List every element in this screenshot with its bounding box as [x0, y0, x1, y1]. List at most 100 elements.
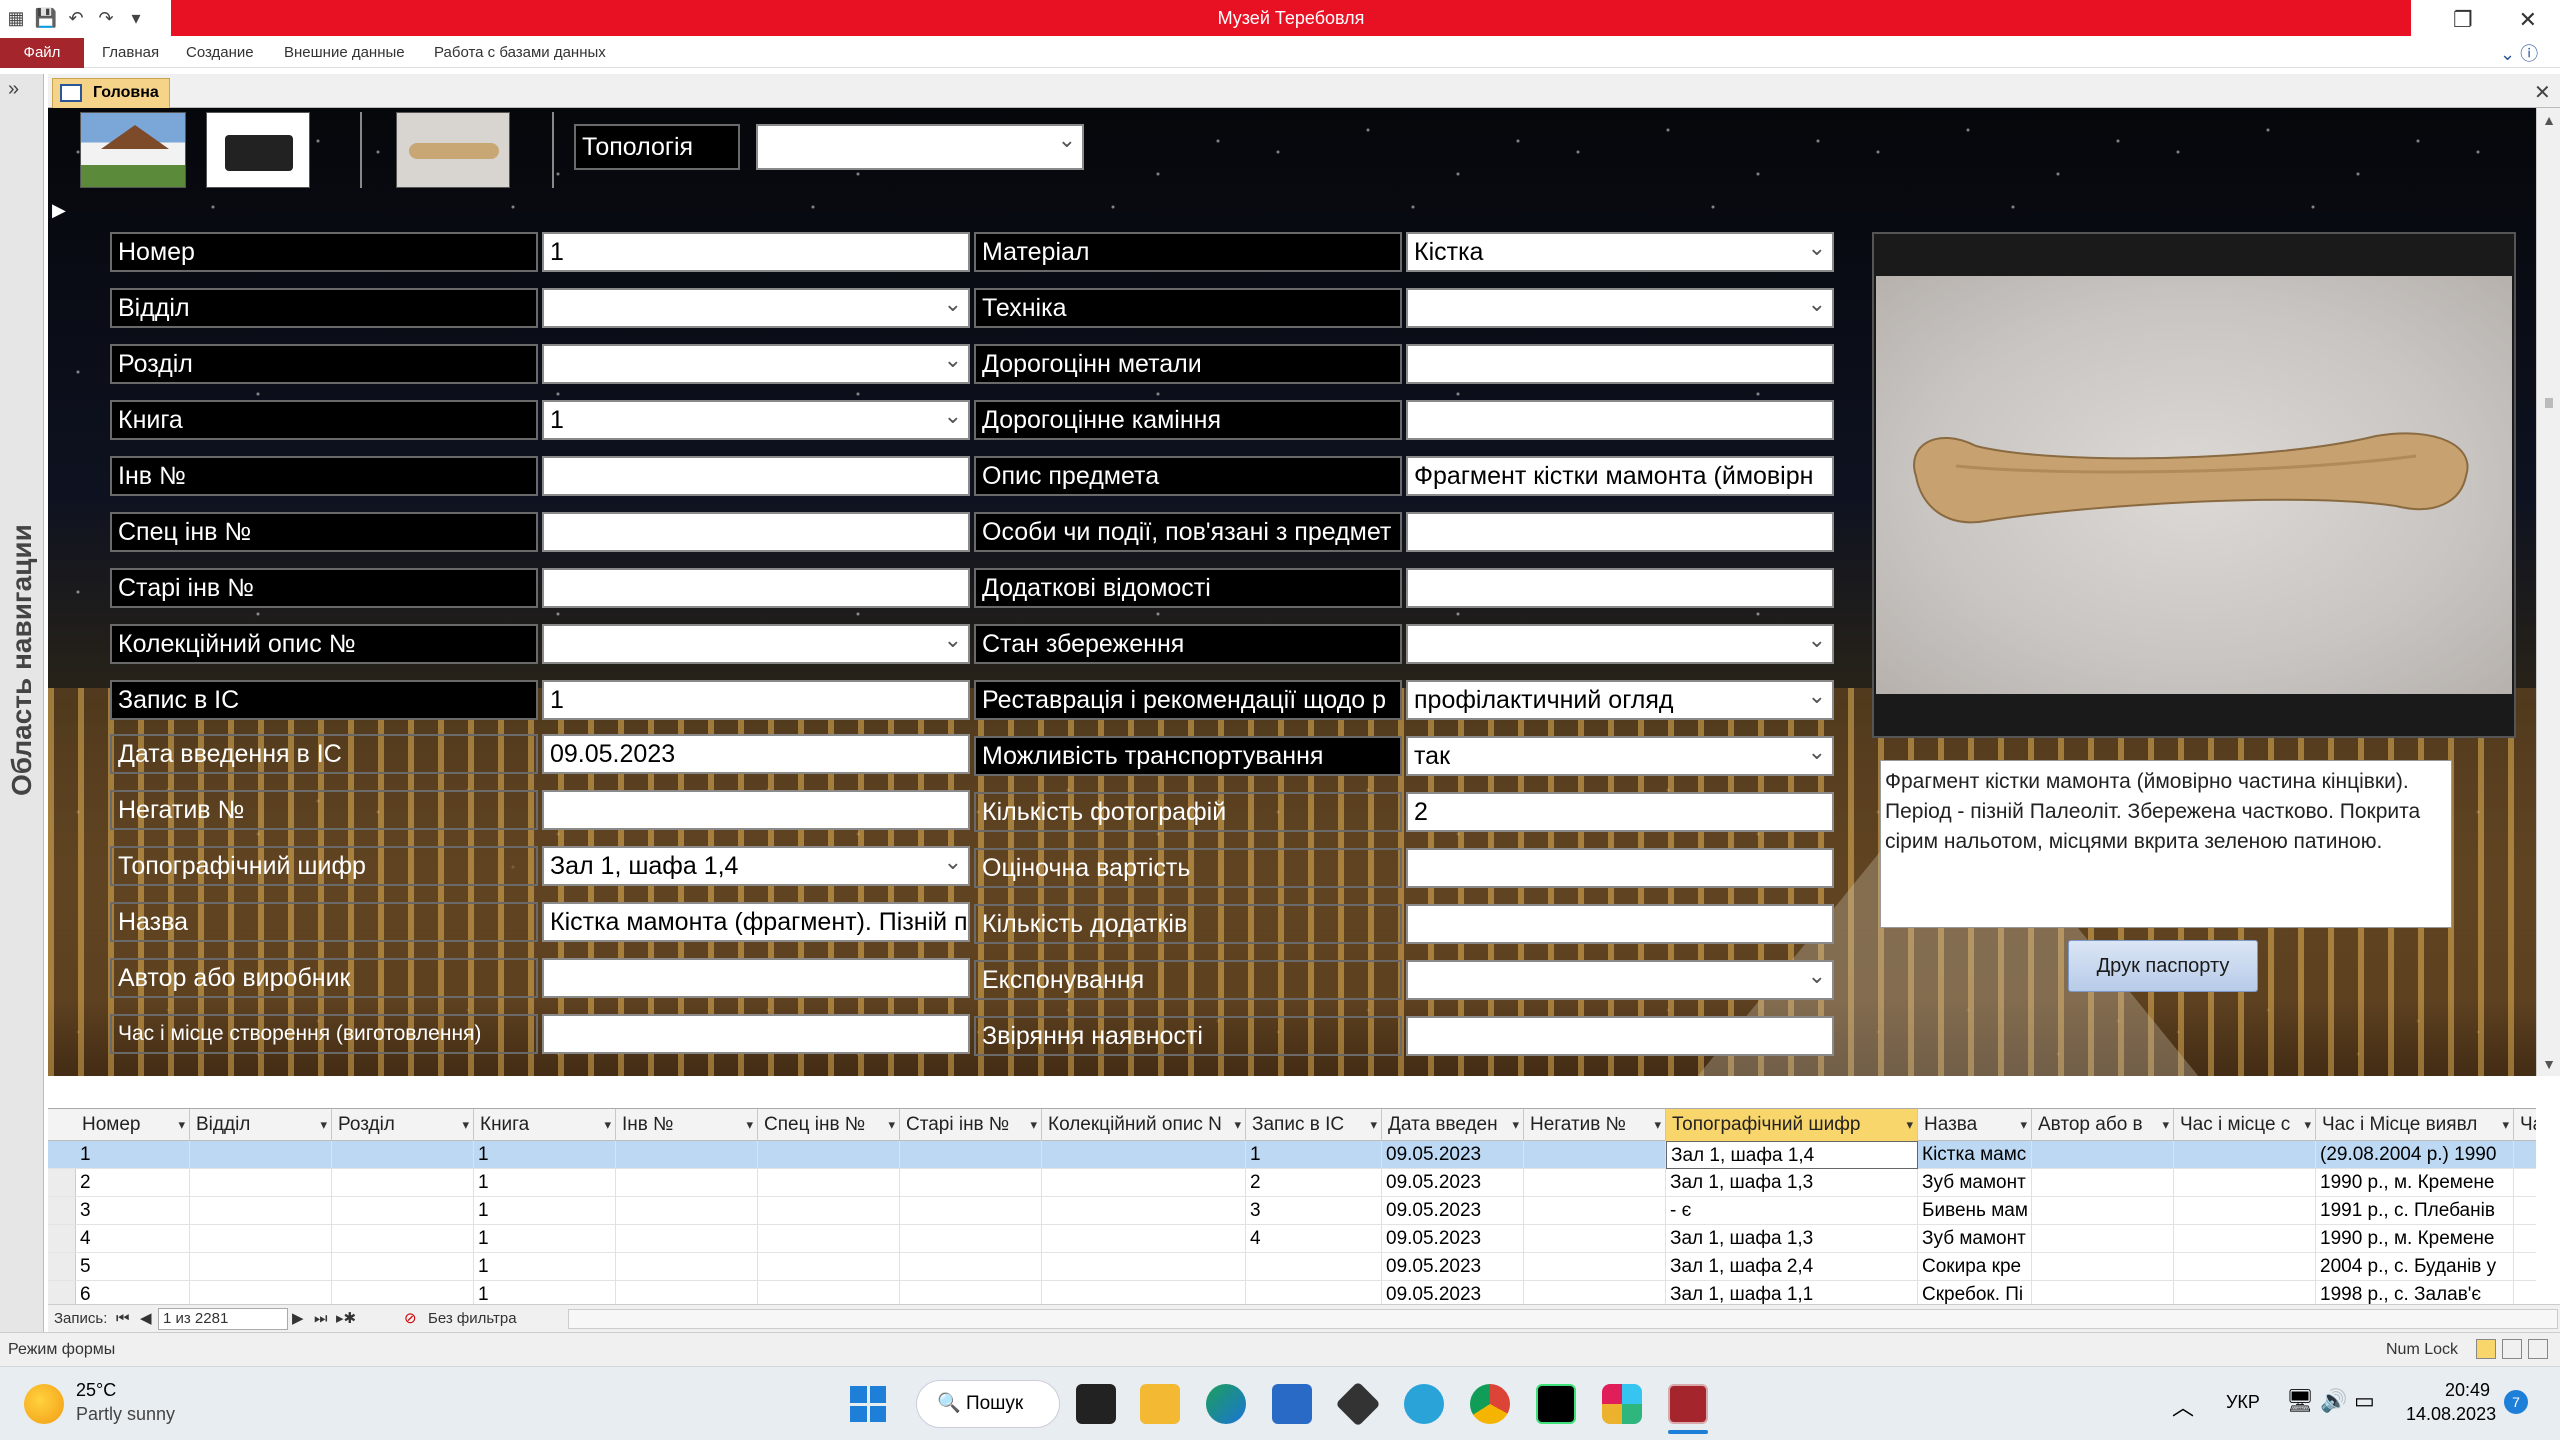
table-cell[interactable]	[1524, 1141, 1666, 1169]
table-cell[interactable]: 2	[1246, 1169, 1382, 1197]
file-explorer-icon[interactable]	[1140, 1384, 1180, 1424]
description-box[interactable]: Фрагмент кістки мамонта (ймовірно частин…	[1880, 760, 2452, 928]
table-cell[interactable]: Зал 1, шафа 1,1	[1666, 1281, 1918, 1304]
col-header[interactable]: Негатив №	[1524, 1109, 1666, 1141]
form-view-icon[interactable]	[2476, 1339, 2496, 1359]
field-avtor[interactable]	[542, 958, 970, 998]
table-cell[interactable]	[1042, 1169, 1246, 1197]
table-cell[interactable]	[616, 1281, 758, 1304]
field-vartist[interactable]	[1406, 848, 1834, 888]
col-header[interactable]: Інв №	[616, 1109, 758, 1141]
field-knyha[interactable]: 1	[542, 400, 970, 440]
table-cell[interactable]: Бивень мам	[1918, 1197, 2032, 1225]
table-cell[interactable]	[2032, 1281, 2174, 1304]
datasheet-horizontal-scrollbar[interactable]	[568, 1309, 2558, 1329]
table-cell[interactable]	[758, 1141, 900, 1169]
col-header[interactable]: Старі інв №	[900, 1109, 1042, 1141]
record-selector-icon[interactable]: ▶	[52, 200, 70, 222]
col-header[interactable]: Автор або в	[2032, 1109, 2174, 1141]
table-cell[interactable]: Кістка мамс	[1918, 1141, 2032, 1169]
col-header[interactable]: Книга	[474, 1109, 616, 1141]
table-cell[interactable]	[2032, 1169, 2174, 1197]
field-dodatkovi[interactable]	[1406, 568, 1834, 608]
table-cell[interactable]	[332, 1281, 474, 1304]
pycharm-icon[interactable]	[1536, 1384, 1576, 1424]
table-cell[interactable]	[616, 1253, 758, 1281]
restore-icon[interactable]: ❐	[2453, 7, 2473, 33]
table-cell[interactable]: Зуб мамонт	[1918, 1225, 2032, 1253]
table-cell[interactable]	[2514, 1141, 2536, 1169]
table-cell[interactable]	[900, 1169, 1042, 1197]
table-cell[interactable]: 1	[474, 1281, 616, 1304]
table-cell[interactable]	[758, 1253, 900, 1281]
new-record-icon[interactable]: ▸✱	[336, 1305, 356, 1333]
table-cell[interactable]	[1246, 1253, 1382, 1281]
table-cell[interactable]: 1	[474, 1225, 616, 1253]
table-cell[interactable]: 1	[474, 1141, 616, 1169]
field-eksponuvannia[interactable]	[1406, 960, 1834, 1000]
store-icon[interactable]	[1272, 1384, 1312, 1424]
table-row[interactable]: 3 1 3 09.05.2023- є Бивень мам 1991 р., с. Пл…	[48, 1197, 2536, 1225]
edge-icon[interactable]	[1206, 1384, 1246, 1424]
table-cell[interactable]: 4	[76, 1225, 190, 1253]
table-cell[interactable]: (29.08.2004 р.) 1990	[2316, 1141, 2514, 1169]
table-cell[interactable]: 09.05.2023	[1382, 1253, 1524, 1281]
exhibit-photo[interactable]	[1876, 276, 2512, 694]
table-cell[interactable]	[2174, 1253, 2316, 1281]
table-cell[interactable]	[1524, 1169, 1666, 1197]
table-cell[interactable]: 1990 р., м. Кременe	[2316, 1225, 2514, 1253]
table-cell[interactable]: Зал 1, шафа 1,3	[1666, 1169, 1918, 1197]
col-header[interactable]: Номер	[76, 1109, 190, 1141]
table-row[interactable]: 2 1 2 09.05.2023 Зал 1, шафа 1,3 Зуб мамонт 19…	[48, 1169, 2536, 1197]
col-header[interactable]: Назва	[1918, 1109, 2032, 1141]
table-row[interactable]: 6 1 09.05.2023 Зал 1, шафа 1,1 Скребок. Пі 19…	[48, 1281, 2536, 1304]
table-cell[interactable]	[2174, 1225, 2316, 1253]
col-header[interactable]: Відділ	[190, 1109, 332, 1141]
table-cell[interactable]: Скребок. Пі	[1918, 1281, 2032, 1304]
table-cell[interactable]: Зал 1, шафа 1,4	[1666, 1141, 1918, 1169]
table-cell[interactable]: 1	[1246, 1141, 1382, 1169]
table-cell[interactable]	[332, 1197, 474, 1225]
col-header[interactable]: Запис в ІС	[1246, 1109, 1382, 1141]
bone-thumbnail-button[interactable]	[396, 112, 510, 188]
table-cell[interactable]	[1042, 1281, 1246, 1304]
printer-image-button[interactable]	[206, 112, 310, 188]
start-icon[interactable]	[850, 1386, 886, 1422]
expand-nav-icon[interactable]: »	[8, 78, 19, 101]
field-old-inv[interactable]	[542, 568, 970, 608]
weather-temp[interactable]: 25°C	[76, 1380, 116, 1401]
field-topo-shyfr[interactable]: Зал 1, шафа 1,4	[542, 846, 970, 886]
table-cell[interactable]	[332, 1253, 474, 1281]
col-header[interactable]: Розділ	[332, 1109, 474, 1141]
table-cell[interactable]	[900, 1197, 1042, 1225]
weather-icon[interactable]	[24, 1384, 64, 1424]
tab-home[interactable]: Главная	[102, 38, 159, 68]
table-cell[interactable]	[332, 1141, 474, 1169]
col-header[interactable]: Ча	[2514, 1109, 2536, 1141]
table-cell[interactable]	[2174, 1141, 2316, 1169]
table-cell[interactable]	[616, 1169, 758, 1197]
scroll-thumb[interactable]	[2545, 398, 2553, 408]
close-icon[interactable]: ✕	[2519, 7, 2537, 33]
table-cell[interactable]	[1524, 1197, 1666, 1225]
field-data-vvedennia[interactable]: 09.05.2023	[542, 734, 970, 774]
table-cell[interactable]: 1	[76, 1141, 190, 1169]
table-cell[interactable]: 1	[474, 1253, 616, 1281]
table-cell[interactable]	[2174, 1197, 2316, 1225]
table-cell[interactable]: 09.05.2023	[1382, 1197, 1524, 1225]
table-cell[interactable]	[1042, 1197, 1246, 1225]
notification-badge[interactable]: 7	[2504, 1390, 2528, 1414]
field-negatyv[interactable]	[542, 790, 970, 830]
table-cell[interactable]: Сокира кре	[1918, 1253, 2032, 1281]
table-cell[interactable]	[1042, 1253, 1246, 1281]
field-metals[interactable]	[1406, 344, 1834, 384]
table-cell[interactable]	[758, 1169, 900, 1197]
table-cell[interactable]	[758, 1281, 900, 1304]
volume-icon[interactable]: 🔊	[2320, 1388, 2347, 1414]
print-passport-button[interactable]: Друк паспорту	[2068, 940, 2258, 992]
table-cell[interactable]: 09.05.2023	[1382, 1169, 1524, 1197]
table-cell[interactable]	[1524, 1253, 1666, 1281]
col-header[interactable]: Дата введен	[1382, 1109, 1524, 1141]
table-cell[interactable]	[190, 1225, 332, 1253]
field-viddil[interactable]	[542, 288, 970, 328]
